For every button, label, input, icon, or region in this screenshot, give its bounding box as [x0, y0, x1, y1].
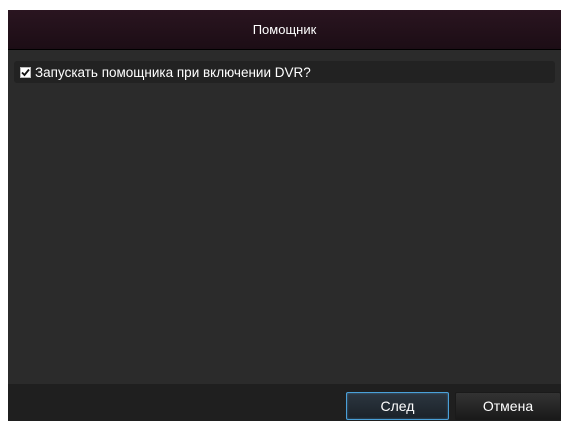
cancel-button[interactable]: Отмена	[455, 392, 561, 420]
wizard-dialog: Помощник Запускать помощника при включен…	[8, 10, 561, 421]
start-wizard-label: Запускать помощника при включении DVR?	[35, 64, 311, 80]
dialog-titlebar: Помощник	[8, 10, 561, 50]
dialog-title: Помощник	[252, 22, 317, 37]
next-button[interactable]: След	[346, 392, 449, 420]
dialog-footer: След Отмена	[8, 384, 561, 421]
start-wizard-checkbox[interactable]	[20, 66, 31, 78]
start-wizard-option[interactable]: Запускать помощника при включении DVR?	[14, 61, 555, 83]
checkmark-icon	[21, 68, 30, 76]
